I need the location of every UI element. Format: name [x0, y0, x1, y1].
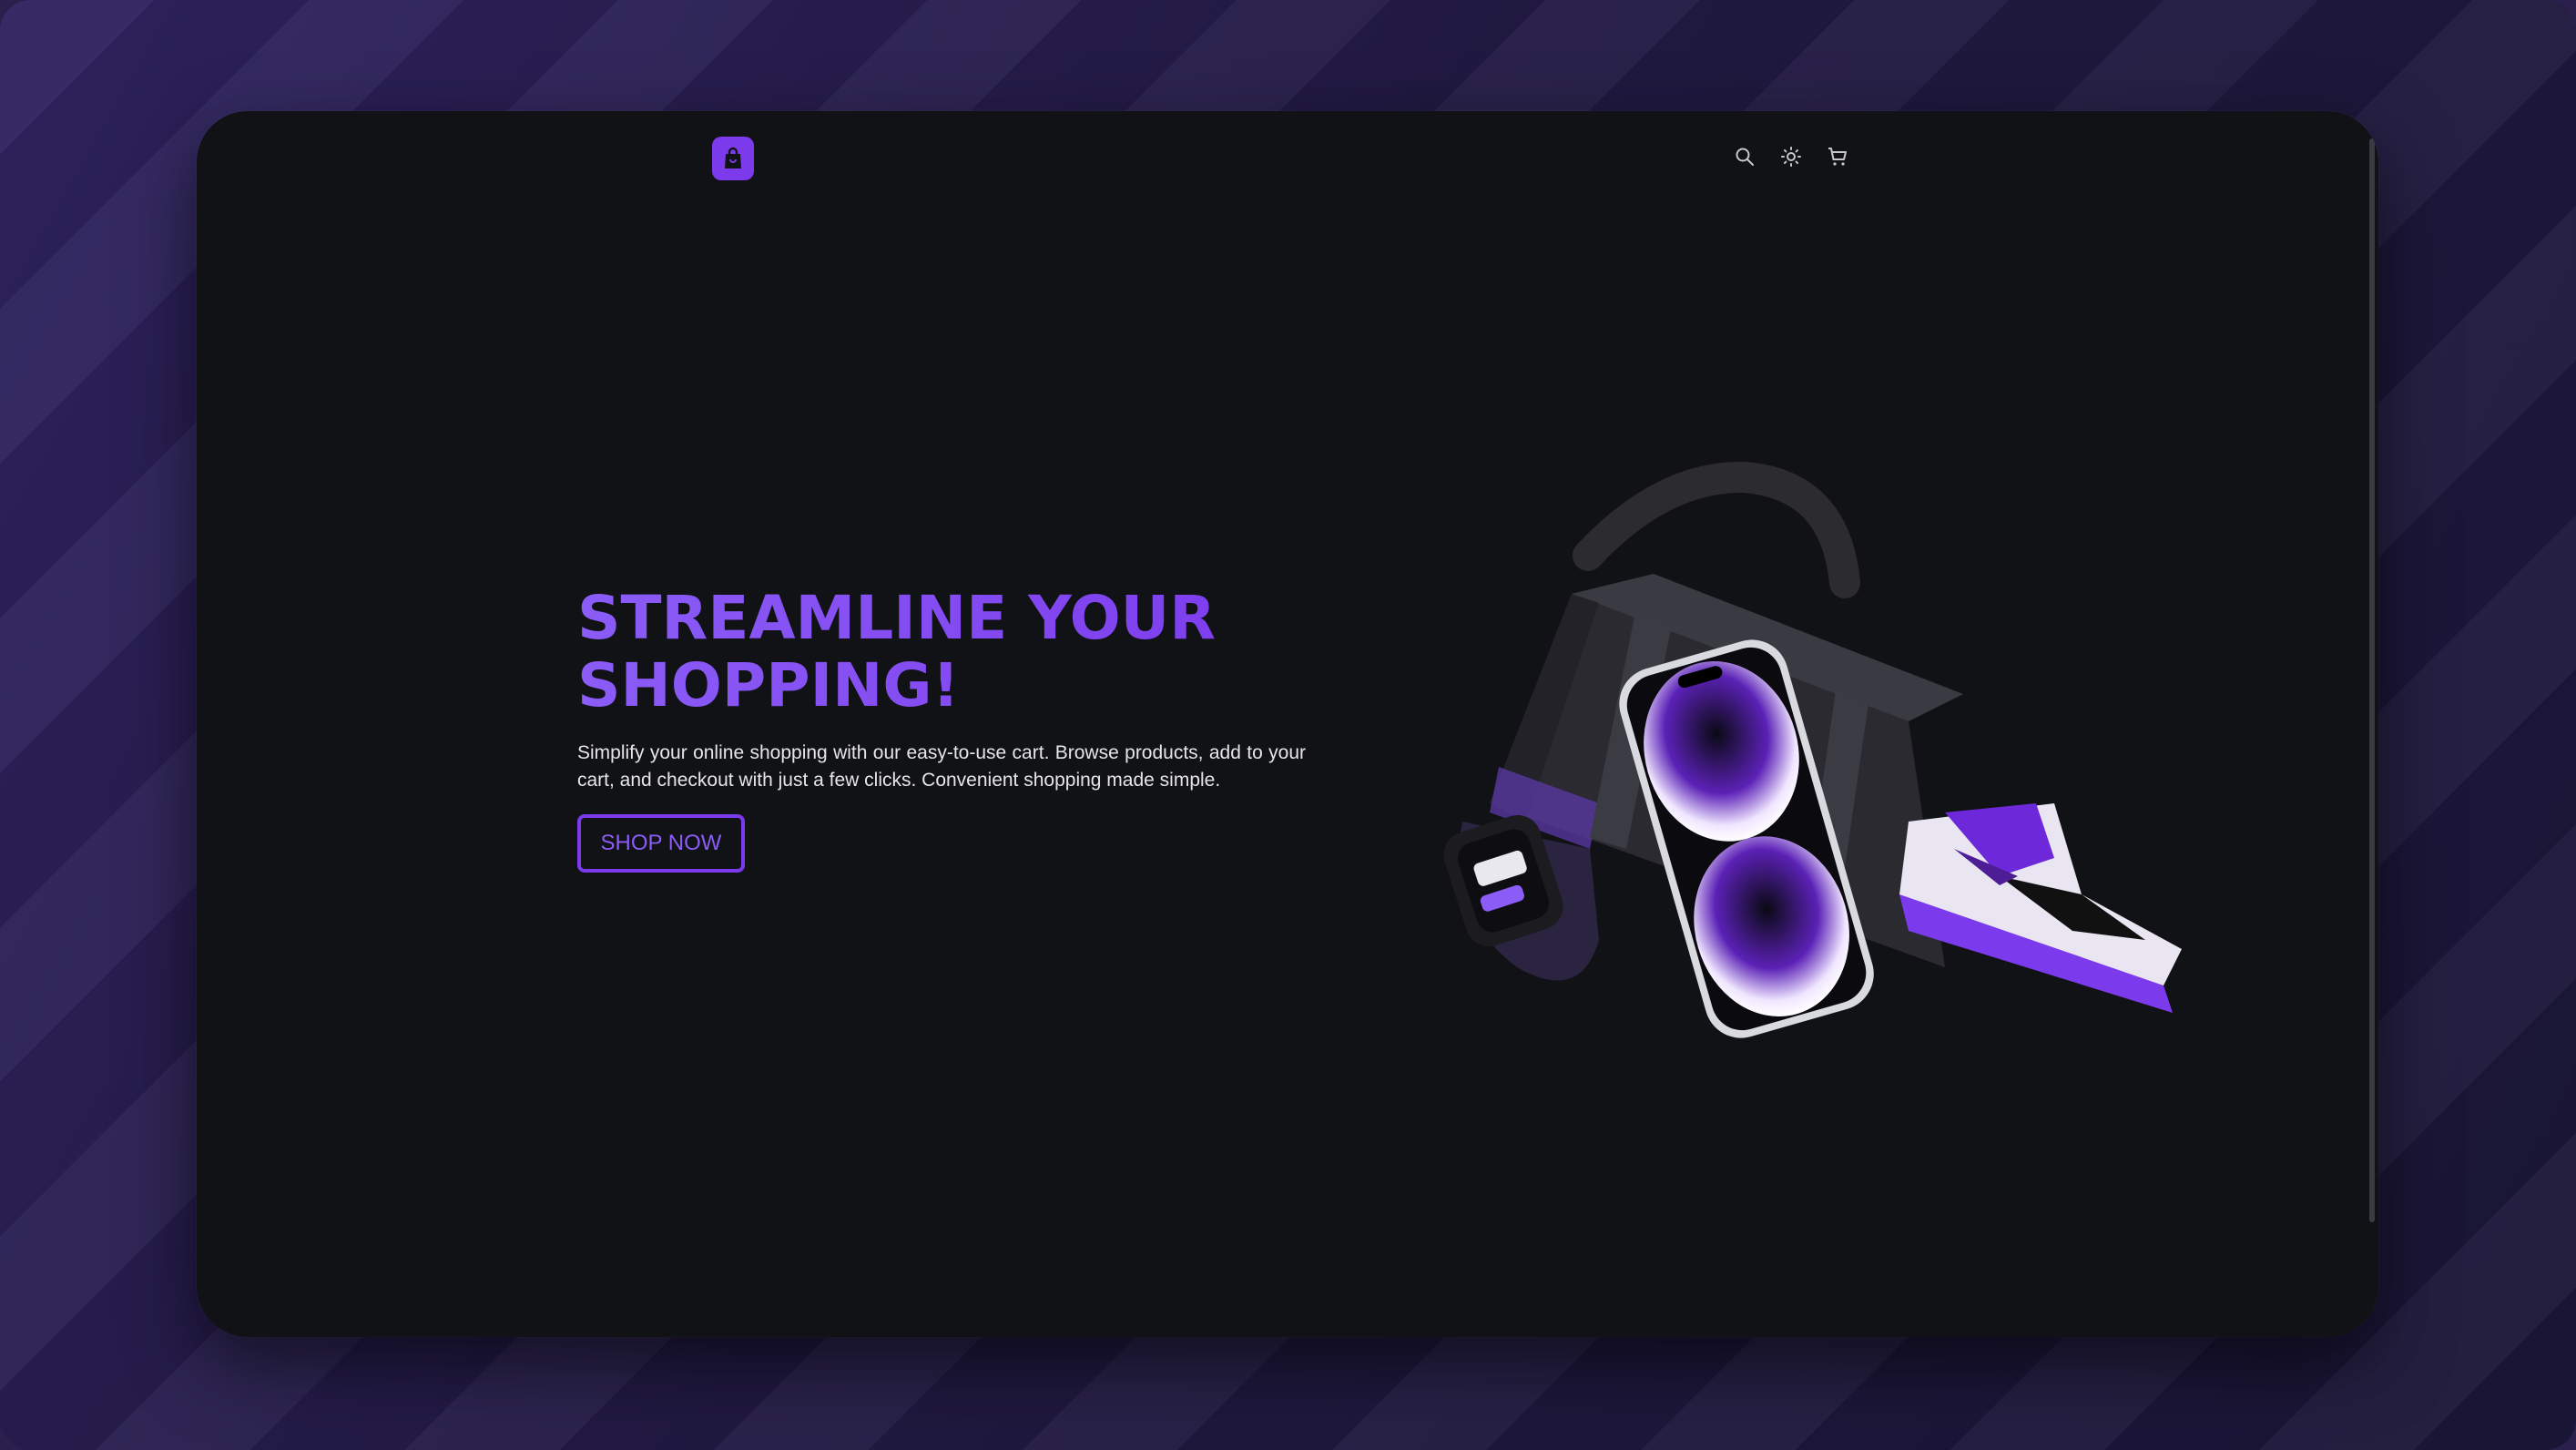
sun-icon [1780, 146, 1801, 167]
products-illustration [1443, 461, 2182, 1038]
search-icon [1736, 148, 1754, 166]
theme-toggle-button[interactable] [1778, 144, 1803, 168]
cart-icon [1828, 147, 1847, 166]
shop-now-button[interactable]: SHOP NOW [577, 814, 745, 873]
sneaker-image [1899, 803, 2182, 1013]
cart-button[interactable] [1825, 144, 1849, 168]
hero-title-line2: SHOPPING! [577, 650, 960, 720]
hero-title-line1: STREAMLINE YOUR [577, 583, 1217, 653]
scrollbar[interactable] [2369, 138, 2375, 1222]
shopping-bag-icon [725, 147, 741, 168]
logo[interactable] [712, 137, 754, 180]
search-button[interactable] [1732, 144, 1756, 168]
hero-section: STREAMLINE YOUR SHOPPING! Simplify your … [577, 585, 1324, 873]
hero-description: Simplify your online shopping with our e… [577, 742, 1306, 791]
hero-title: STREAMLINE YOUR SHOPPING! [577, 585, 1324, 720]
app-window: STREAMLINE YOUR SHOPPING! Simplify your … [197, 111, 2378, 1337]
header-actions [1732, 144, 1849, 168]
